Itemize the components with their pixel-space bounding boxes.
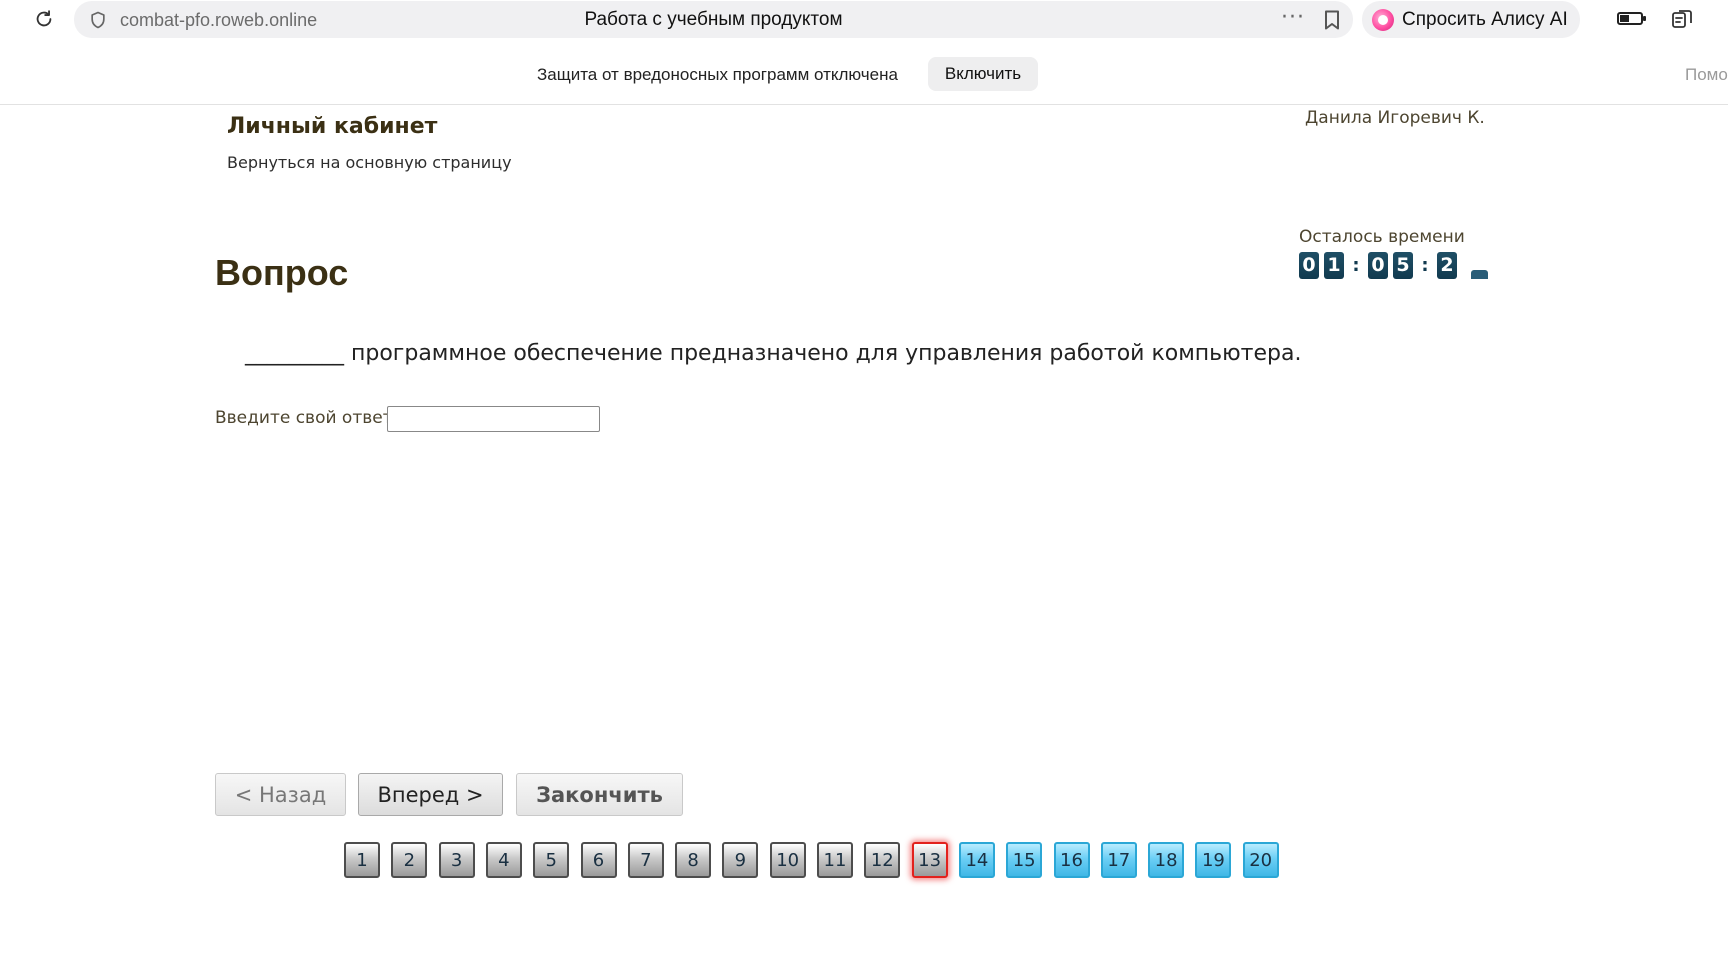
timer-digit: 5 [1393,251,1413,279]
finish-button[interactable]: Закончить [516,773,683,816]
shield-icon[interactable] [88,10,108,30]
browser-toolbar: combat-pfo.roweb.online Работа с учебным… [0,0,1728,38]
question-heading: Вопрос [215,252,349,293]
question-text: _________ программное обеспечение предна… [245,341,1302,366]
question-number-9[interactable]: 9 [722,842,759,878]
question-number-4[interactable]: 4 [485,842,522,878]
countdown-timer: 0 1 : 0 5 : 2 [1299,251,1462,279]
bookmark-icon[interactable] [1323,10,1341,30]
enable-protection-button[interactable]: Включить [928,57,1038,91]
battery-icon [1617,12,1646,25]
security-notice-text: Защита от вредоносных программ отключена [537,65,898,84]
ask-alice-button[interactable]: Спросить Алису AI [1362,1,1580,38]
extensions-icon[interactable] [1670,8,1694,32]
ask-alice-label: Спросить Алису AI [1402,9,1568,30]
question-number-13[interactable]: 13 [911,842,948,878]
question-number-10[interactable]: 10 [769,842,806,878]
question-number-19[interactable]: 19 [1195,842,1232,878]
back-button[interactable]: < Назад [215,773,346,816]
timer-digit-overflow [1471,270,1488,279]
more-icon[interactable]: ··· [1281,5,1305,30]
question-number-8[interactable]: 8 [675,842,712,878]
question-number-5[interactable]: 5 [533,842,570,878]
question-number-6[interactable]: 6 [580,842,617,878]
question-number-15[interactable]: 15 [1006,842,1043,878]
alice-icon [1372,9,1394,31]
question-number-17[interactable]: 17 [1100,842,1137,878]
security-notice-bar: Защита от вредоносных программ отключена… [0,38,1728,105]
timer-separator: : [1421,254,1429,276]
question-number-14[interactable]: 14 [958,842,995,878]
answer-input[interactable] [387,406,600,432]
timer-digit: 2 [1437,251,1457,279]
timer-digit: 0 [1299,251,1319,279]
address-bar[interactable]: combat-pfo.roweb.online Работа с учебным… [74,1,1353,38]
timer-label: Осталось времени [1299,227,1465,247]
cabinet-title: Личный кабинет [227,114,438,139]
timer-digit: 0 [1368,251,1388,279]
question-number-3[interactable]: 3 [438,842,475,878]
question-number-18[interactable]: 18 [1148,842,1185,878]
user-name: Данила Игоревич К. [1305,108,1485,128]
question-number-7[interactable]: 7 [627,842,664,878]
reload-icon[interactable] [32,7,56,31]
question-number-12[interactable]: 12 [864,842,901,878]
next-button[interactable]: Вперед > [358,773,503,816]
timer-separator: : [1352,254,1360,276]
question-number-16[interactable]: 16 [1053,842,1090,878]
question-number-1[interactable]: 1 [344,842,380,878]
question-number-11[interactable]: 11 [817,842,853,878]
help-link[interactable]: Помощь [1685,65,1728,85]
answer-label: Введите свой ответ [215,408,393,428]
back-to-main-link[interactable]: Вернуться на основную страницу [227,153,512,172]
question-number-20[interactable]: 20 [1242,842,1279,878]
timer-digit: 1 [1324,251,1344,279]
question-number-2[interactable]: 2 [391,842,428,878]
url-text[interactable]: combat-pfo.roweb.online [120,10,317,31]
